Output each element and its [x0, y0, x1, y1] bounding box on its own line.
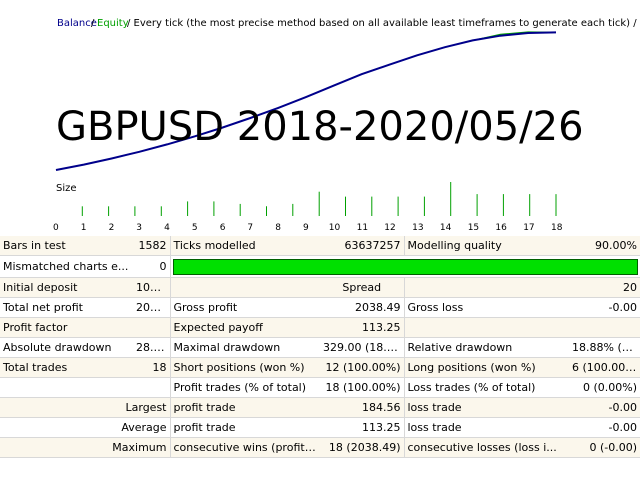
average-loss-value: -0.00	[569, 417, 640, 438]
x-tick-label: 4	[164, 223, 170, 233]
largest-label: Largest	[0, 397, 171, 418]
table-row: Bars in test 1582 Ticks modelled 6363725…	[0, 236, 640, 256]
gross-loss-label: Gross loss	[404, 297, 569, 318]
x-tick-label: 8	[275, 223, 281, 233]
x-tick-label: 9	[303, 223, 309, 233]
x-tick-label: 18	[551, 223, 563, 233]
x-tick-label: 14	[440, 223, 452, 233]
maximum-label: Maximum	[0, 437, 171, 458]
expected-payoff-value: 113.25	[320, 317, 405, 338]
average-profit-label: profit trade	[170, 417, 320, 438]
report-table: Bars in test 1582 Ticks modelled 6363725…	[0, 236, 640, 458]
x-tick-label: 15	[468, 223, 479, 233]
total-trades-value: 18	[133, 357, 171, 378]
x-tick-label: 17	[523, 223, 534, 233]
table-row: Average profit trade 113.25 loss trade -…	[0, 417, 640, 438]
maximal-drawdown-value: 329.00 (18.8...	[320, 337, 405, 358]
relative-drawdown-label: Relative drawdown	[404, 337, 569, 358]
profit-trades-label: Profit trades (% of total)	[170, 377, 320, 398]
ticks-modelled-value: 63637257	[320, 236, 405, 256]
average-label: Average	[0, 417, 171, 438]
ticks-modelled-label: Ticks modelled	[170, 236, 320, 256]
relative-drawdown-value: 18.88% (329.00)	[569, 337, 640, 358]
absolute-drawdown-value: 28.50	[133, 337, 171, 358]
x-tick-label: 7	[247, 223, 253, 233]
modelling-quality-bar-cell	[170, 255, 640, 278]
bars-in-test-label: Bars in test	[0, 236, 133, 256]
x-tick-label: 12	[384, 223, 395, 233]
bars-in-test-value: 1582	[133, 236, 171, 256]
modelling-quality-label: Modelling quality	[404, 236, 569, 256]
x-tick-label: 11	[357, 223, 368, 233]
total-trades-label: Total trades	[0, 357, 133, 378]
x-tick-label: 5	[192, 223, 198, 233]
largest-profit-value: 184.56	[320, 397, 405, 418]
average-profit-value: 113.25	[320, 417, 405, 438]
spread-value: 20	[569, 277, 640, 298]
modelling-quality-bar	[172, 258, 638, 275]
mismatched-label: Mismatched charts e...	[0, 255, 133, 278]
largest-loss-label: loss trade	[404, 397, 569, 418]
x-tick-label: 2	[109, 223, 115, 233]
table-row: Mismatched charts e... 0	[0, 255, 640, 278]
max-wins-label: consecutive wins (profit i...	[170, 437, 320, 458]
size-label: Size	[56, 183, 77, 194]
initial-deposit-label: Initial deposit	[0, 277, 133, 298]
maximal-drawdown-label: Maximal drawdown	[170, 337, 320, 358]
table-row: Initial deposit 1000.00 Spread 20	[0, 277, 640, 298]
largest-profit-label: profit trade	[170, 397, 320, 418]
total-net-profit-label: Total net profit	[0, 297, 133, 318]
absolute-drawdown-label: Absolute drawdown	[0, 337, 133, 358]
x-tick-label: 16	[495, 223, 507, 233]
symbol-period-overlay: GBPUSD 2018-2020/05/26	[56, 104, 584, 150]
profit-trades-value: 18 (100.00%)	[320, 377, 405, 398]
gross-loss-value: -0.00	[569, 297, 640, 318]
modelling-quality-value: 90.00%	[569, 236, 640, 256]
short-positions-label: Short positions (won %)	[170, 357, 320, 378]
legend-equity: Equity	[97, 18, 129, 29]
gross-profit-label: Gross profit	[170, 297, 320, 318]
max-losses-value: 0 (-0.00)	[569, 437, 640, 458]
table-row: Profit factor Expected payoff 113.25	[0, 317, 640, 338]
total-net-profit-value: 2038.49	[133, 297, 171, 318]
gross-profit-value: 2038.49	[320, 297, 405, 318]
x-tick-label: 6	[220, 223, 226, 233]
profit-factor-label: Profit factor	[0, 317, 133, 338]
table-row: Maximum consecutive wins (profit i... 18…	[0, 437, 640, 458]
long-positions-label: Long positions (won %)	[404, 357, 569, 378]
loss-trades-label: Loss trades (% of total)	[404, 377, 569, 398]
spread-label: Spread	[320, 277, 405, 298]
initial-deposit-value: 1000.00	[133, 277, 171, 298]
legend-rest: / Every tick (the most precise method ba…	[127, 18, 640, 29]
largest-loss-value: -0.00	[569, 397, 640, 418]
table-row: Absolute drawdown 28.50 Maximal drawdown…	[0, 337, 640, 358]
table-row: Total net profit 2038.49 Gross profit 20…	[0, 297, 640, 318]
mismatched-value: 0	[133, 255, 171, 278]
x-tick-label: 10	[329, 223, 341, 233]
expected-payoff-label: Expected payoff	[170, 317, 320, 338]
table-row: Total trades 18 Short positions (won %) …	[0, 357, 640, 378]
x-tick-label: 13	[412, 223, 423, 233]
table-row: Largest profit trade 184.56 loss trade -…	[0, 397, 640, 418]
loss-trades-value: 0 (0.00%)	[569, 377, 640, 398]
max-wins-value: 18 (2038.49)	[320, 437, 405, 458]
x-tick-label: 3	[136, 223, 142, 233]
average-loss-label: loss trade	[404, 417, 569, 438]
table-row: Profit trades (% of total) 18 (100.00%) …	[0, 377, 640, 398]
x-tick-label: 1	[81, 223, 87, 233]
max-losses-label: consecutive losses (loss i...	[404, 437, 569, 458]
long-positions-value: 6 (100.00%)	[569, 357, 640, 378]
short-positions-value: 12 (100.00%)	[320, 357, 405, 378]
x-tick-label: 0	[53, 223, 59, 233]
